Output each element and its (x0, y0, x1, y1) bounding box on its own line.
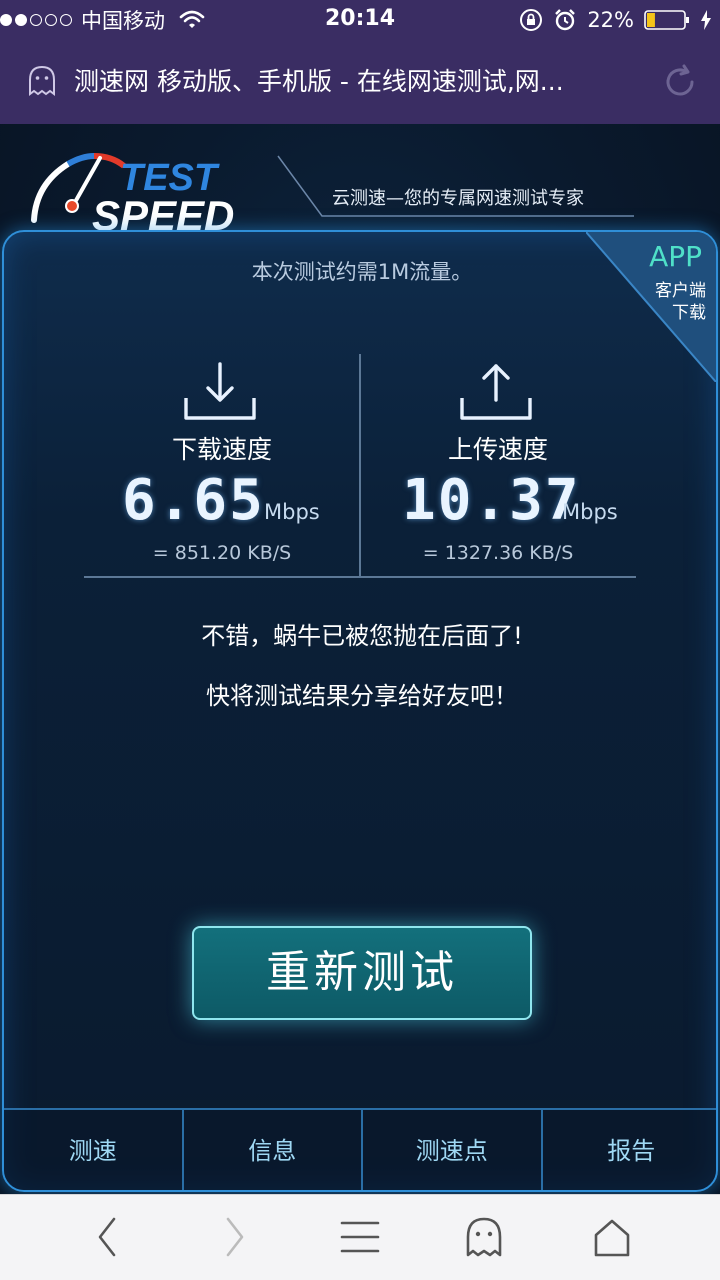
result-divider (84, 576, 636, 578)
result-message: 不错，蜗牛已被您抛在后面了! (201, 622, 523, 650)
upload-kb-value: = 1327.36 KB/S (422, 542, 574, 564)
download-result: 下载速度 6.65 Mbps = 851.20 KB/S (84, 350, 360, 580)
download-unit: Mbps (264, 500, 320, 524)
page-title[interactable]: 测速网 移动版、手机版 - 在线网速测试,网... (74, 62, 654, 102)
nav-info[interactable]: 信息 (184, 1110, 363, 1190)
alarm-icon (555, 9, 576, 31)
upload-label: 上传速度 (447, 435, 548, 464)
tagline: 云测速—您的专属网速测试专家 (332, 188, 584, 209)
upload-icon (460, 364, 532, 420)
download-label: 下载速度 (171, 435, 272, 464)
back-icon[interactable] (86, 1215, 130, 1259)
battery-icon (644, 10, 689, 30)
nav-report[interactable]: 报告 (543, 1110, 717, 1190)
share-message: 快将测试结果分享给好友吧！ (206, 682, 518, 710)
speedtest-app: TEST SPEED 云测速—您的专属网速测试专家 本次测试约需1M流量。 AP… (0, 124, 720, 1194)
nav-speedtest[interactable]: 测速 (4, 1110, 184, 1190)
home-icon[interactable] (590, 1215, 634, 1259)
ghost-shield-icon (29, 65, 55, 96)
charging-bolt-icon (701, 10, 711, 30)
app-download-label: 下载 (672, 303, 706, 323)
forward-icon[interactable] (212, 1215, 256, 1259)
address-bar[interactable]: 测速网 移动版、手机版 - 在线网速测试,网... (0, 40, 720, 124)
download-kb-value: = 851.20 KB/S (152, 542, 292, 564)
reload-icon[interactable] (660, 62, 700, 102)
nav-test-points[interactable]: 测速点 (363, 1110, 543, 1190)
battery-percent: 22% (587, 8, 634, 32)
download-icon (184, 362, 256, 420)
app-bottom-nav: 测速 信息 测速点 报告 (4, 1108, 717, 1190)
testspeed-logo: TEST SPEED (31, 153, 234, 239)
upload-unit: Mbps (562, 500, 618, 524)
app-label: APP (649, 240, 702, 273)
status-bar: 中国移动 20:14 22% (0, 0, 720, 40)
menu-icon[interactable] (338, 1215, 382, 1259)
retest-button[interactable]: 重新测试 (192, 926, 532, 1020)
result-panel: 本次测试约需1M流量。 APP 客户端 下载 下载速度 6.65 Mbps = … (2, 230, 718, 1192)
status-right: 22% (519, 6, 712, 34)
download-speed-value: 6.65 (122, 468, 265, 533)
ghost-icon[interactable] (462, 1215, 506, 1259)
upload-speed-value: 10.37 (402, 468, 581, 533)
rotation-lock-icon (520, 9, 543, 31)
browser-toolbar (0, 1194, 720, 1280)
upload-result: 上传速度 10.37 Mbps = 1327.36 KB/S (360, 350, 636, 580)
